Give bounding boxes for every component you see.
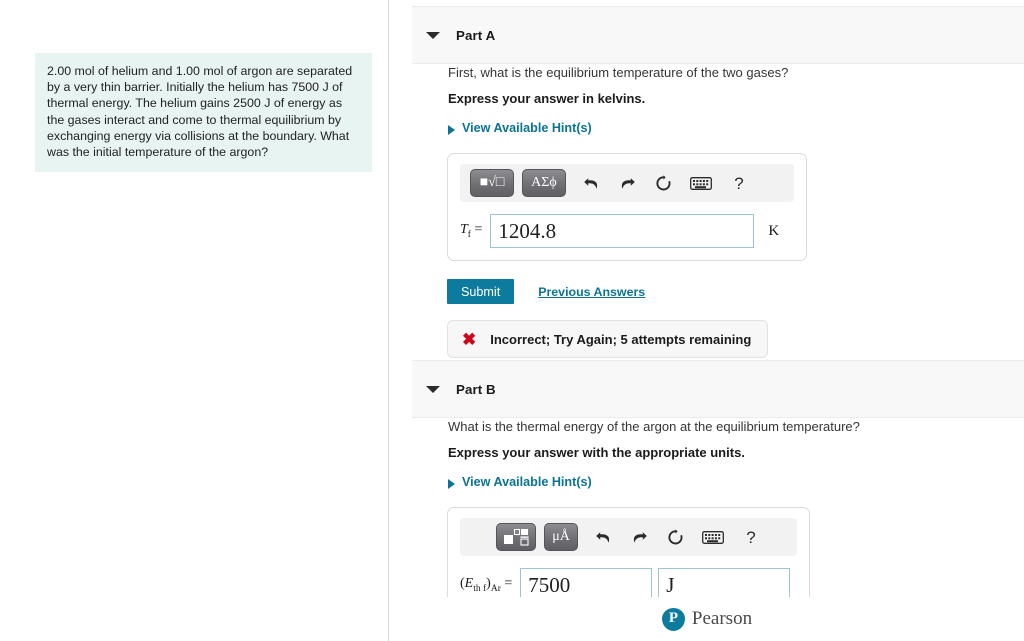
question-text: 2.00 mol of helium and 1.00 mol of argon… bbox=[47, 64, 353, 160]
part-b-variable-sub2: Ar bbox=[490, 583, 501, 594]
keyboard-icon[interactable] bbox=[688, 172, 714, 194]
part-a-prompt: First, what is the equilibrium temperatu… bbox=[448, 65, 789, 80]
part-a-prompt-bold: Express your answer in kelvins. bbox=[448, 91, 646, 106]
part-b-hint-label: View Available Hint(s) bbox=[462, 475, 592, 489]
reset-icon[interactable] bbox=[664, 526, 686, 548]
part-b-equals: = bbox=[504, 576, 513, 592]
part-a-answer-row: Tf = K bbox=[460, 214, 794, 248]
redo-icon[interactable] bbox=[616, 172, 638, 194]
part-a-submit-row: Submit Previous Answers bbox=[447, 279, 1024, 304]
part-a-hint-label: View Available Hint(s) bbox=[462, 121, 592, 135]
part-a-variable-sub: f bbox=[467, 229, 471, 240]
part-a-title: Part A bbox=[456, 27, 496, 43]
pearson-logo: P Pearson bbox=[661, 607, 753, 631]
part-a-help-label: ? bbox=[734, 173, 744, 193]
part-a-answer-input[interactable] bbox=[490, 214, 755, 248]
x-mark-icon: ✖ bbox=[462, 329, 477, 349]
part-a-variable-main: T bbox=[460, 222, 468, 238]
part-b-template-button[interactable] bbox=[496, 523, 536, 551]
part-a-previous-answers-link[interactable]: Previous Answers bbox=[538, 285, 645, 299]
chevron-down-icon[interactable] bbox=[426, 382, 440, 396]
part-b-hint-link[interactable]: View Available Hint(s) bbox=[448, 475, 592, 489]
pearson-brand-name: Pearson bbox=[691, 608, 753, 629]
part-b-variable-sub: th f bbox=[473, 583, 487, 594]
chevron-right-icon bbox=[448, 125, 455, 135]
part-b-header[interactable]: Part B bbox=[412, 360, 1024, 418]
part-a-variable-label: Tf = bbox=[460, 222, 482, 240]
footer-bar: P Pearson bbox=[390, 597, 1024, 641]
redo-icon[interactable] bbox=[628, 526, 650, 548]
help-icon[interactable]: ? bbox=[740, 526, 762, 548]
part-a-hint-link[interactable]: View Available Hint(s) bbox=[448, 121, 592, 135]
part-b-math-toolbar: μÅ ? bbox=[460, 518, 797, 556]
part-a-answer-box: ■√□ ΑΣϕ ? Tf = 1204.8 K bbox=[447, 153, 807, 261]
question-statement-box: 2.00 mol of helium and 1.00 mol of argon… bbox=[35, 53, 372, 173]
part-a-feedback-banner: ✖ Incorrect; Try Again; 5 attempts remai… bbox=[447, 320, 769, 358]
part-a-symbol-button[interactable]: ΑΣϕ bbox=[522, 169, 566, 197]
part-a-equals: = bbox=[474, 222, 483, 238]
part-a-math-toolbar: ■√□ ΑΣϕ ? bbox=[460, 164, 794, 202]
part-a-feedback-text: Incorrect; Try Again; 5 attempts remaini… bbox=[490, 331, 752, 347]
part-b-symbol-button[interactable]: μÅ bbox=[544, 523, 578, 551]
undo-icon[interactable] bbox=[580, 172, 602, 194]
part-a-symbol-button-label: ΑΣϕ bbox=[531, 175, 557, 190]
part-b-title: Part B bbox=[456, 381, 496, 397]
part-a-template-button[interactable]: ■√□ bbox=[470, 169, 514, 197]
part-a-body: First, what is the equilibrium temperatu… bbox=[390, 64, 1024, 358]
part-a-header[interactable]: Part A bbox=[412, 6, 1024, 64]
undo-icon[interactable] bbox=[592, 526, 614, 548]
page-root: 2.00 mol of helium and 1.00 mol of argon… bbox=[0, 0, 1024, 641]
fraction-template-icon bbox=[504, 528, 529, 546]
part-a-unit-suffix: K bbox=[768, 222, 780, 239]
part-b-help-label: ? bbox=[746, 527, 756, 547]
part-b-prompt: What is the thermal energy of the argon … bbox=[448, 419, 860, 434]
chevron-down-icon[interactable] bbox=[426, 28, 440, 42]
reset-icon[interactable] bbox=[652, 172, 674, 194]
help-icon[interactable]: ? bbox=[728, 172, 750, 194]
pearson-mark-icon: P bbox=[661, 607, 685, 631]
keyboard-icon[interactable] bbox=[700, 526, 726, 548]
part-b-variable-main: E bbox=[464, 576, 474, 592]
part-b-symbol-button-label: μÅ bbox=[552, 529, 570, 544]
part-b-variable-label: (Eth f)Ar = bbox=[460, 576, 512, 594]
part-a-submit-button[interactable]: Submit bbox=[447, 279, 515, 304]
part-a-template-button-label: ■√□ bbox=[479, 175, 505, 190]
answer-panel: Part A First, what is the equilibrium te… bbox=[390, 0, 1024, 641]
question-panel: 2.00 mol of helium and 1.00 mol of argon… bbox=[0, 0, 389, 641]
part-b-prompt-bold: Express your answer with the appropriate… bbox=[448, 445, 745, 460]
chevron-right-icon bbox=[448, 479, 455, 489]
part-b-body: What is the thermal energy of the argon … bbox=[390, 418, 1024, 615]
